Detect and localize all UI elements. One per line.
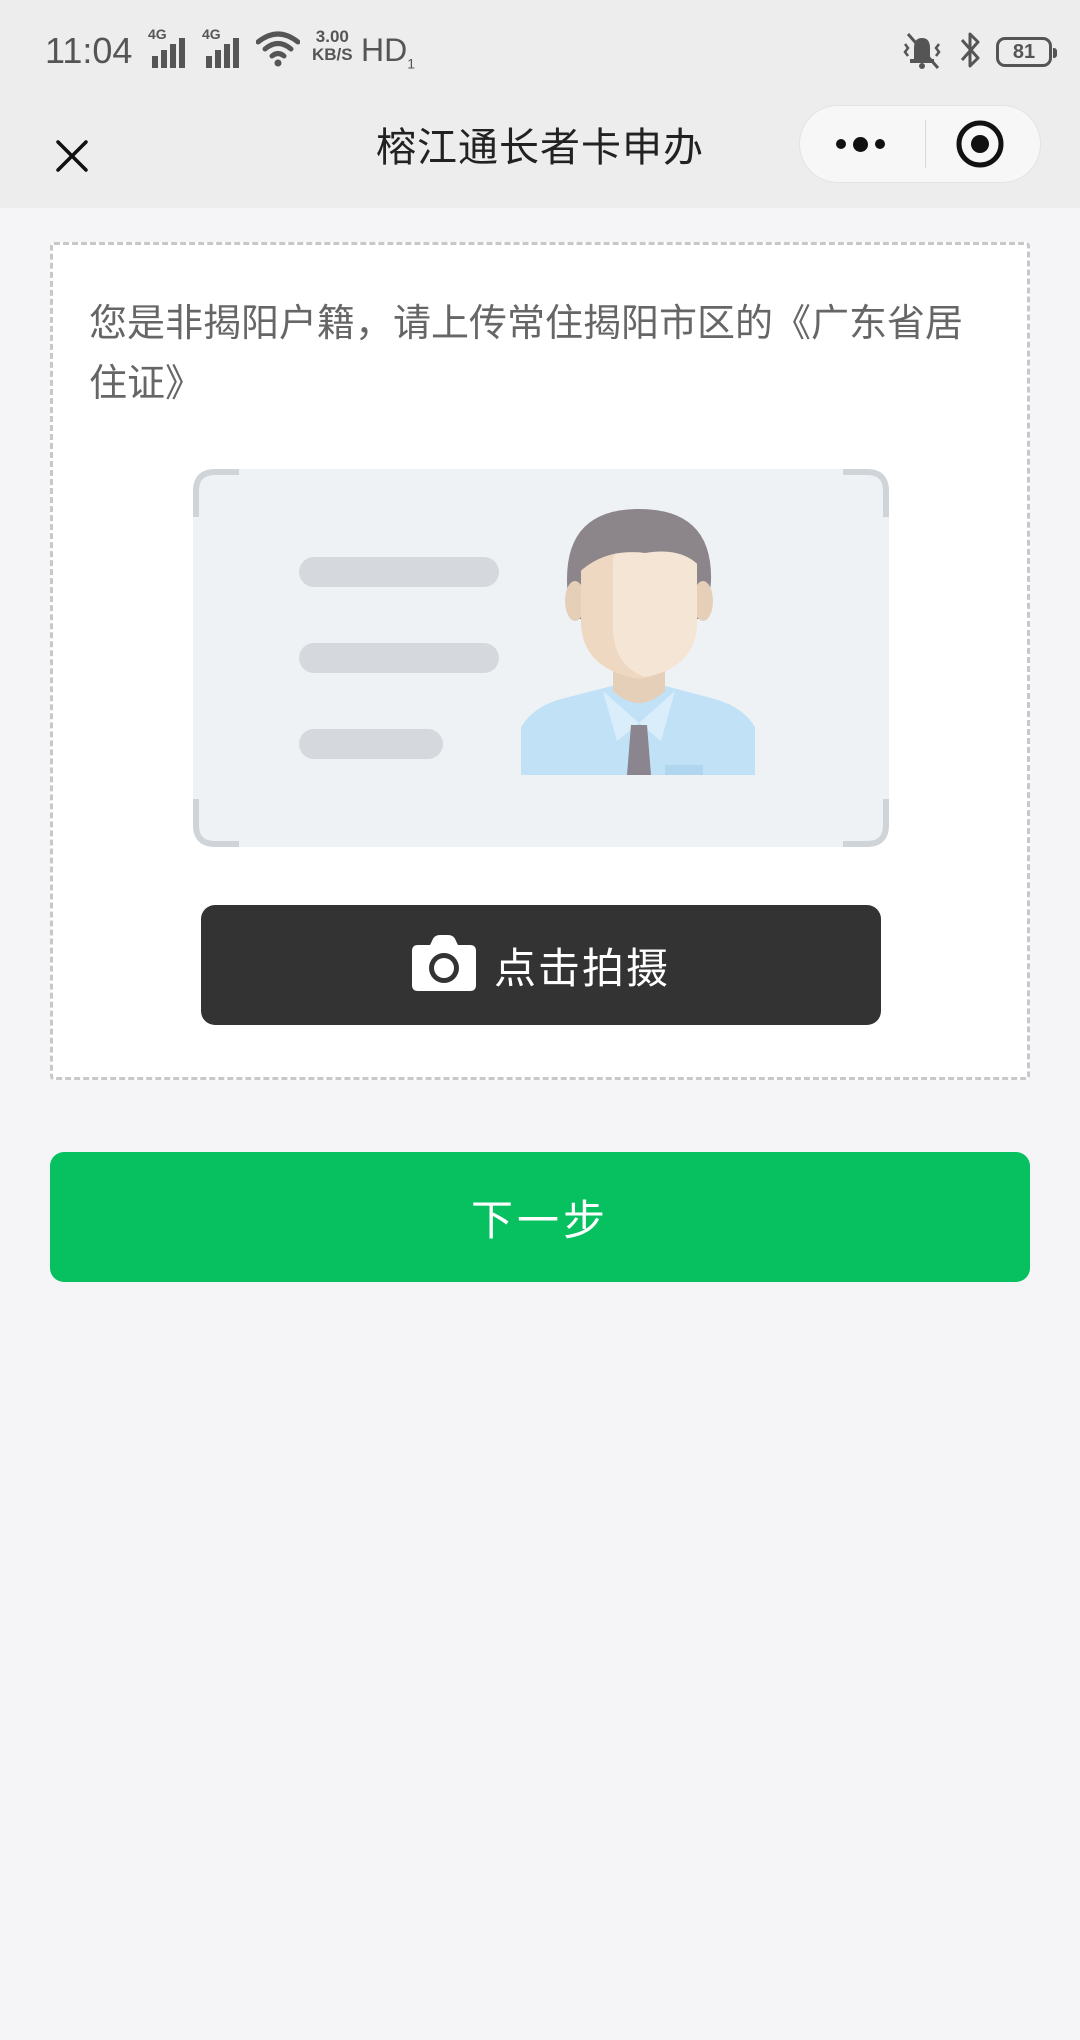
next-step-label: 下一步 bbox=[470, 1195, 609, 1245]
wifi-icon bbox=[255, 30, 301, 72]
take-photo-button[interactable]: 点击拍摄 bbox=[201, 905, 881, 1025]
mini-program-capsule bbox=[800, 106, 1040, 182]
status-bar: 11:04 4G 4G 3.00 KB/S HD1 81 bbox=[0, 0, 1080, 104]
cellular-signal-icon: 4G bbox=[202, 26, 246, 68]
target-icon[interactable] bbox=[920, 106, 1040, 182]
next-step-button[interactable]: 下一步 bbox=[50, 1152, 1030, 1282]
more-dots-icon[interactable] bbox=[800, 106, 920, 182]
mute-vibrate-icon bbox=[900, 30, 944, 74]
network-speed: 3.00 KB/S bbox=[312, 27, 353, 64]
status-right-icons: 81 bbox=[900, 30, 1057, 74]
take-photo-label: 点击拍摄 bbox=[493, 943, 670, 993]
navigation-bar: 榕江通长者卡申办 bbox=[0, 104, 1080, 208]
status-time: 11:04 bbox=[45, 30, 133, 71]
battery-icon: 81 bbox=[996, 37, 1057, 67]
bluetooth-icon bbox=[958, 30, 982, 74]
upload-instruction: 您是非揭阳户籍，请上传常住揭阳市区的《广东省居住证》 bbox=[89, 301, 964, 405]
upload-card: 您是非揭阳户籍，请上传常住揭阳市区的《广东省居住证》 点击拍摄 bbox=[50, 242, 1030, 1080]
camera-icon bbox=[411, 935, 476, 995]
signal-group: 4G 4G bbox=[148, 26, 246, 68]
id-card-illustration bbox=[193, 469, 889, 847]
cellular-signal-icon: 4G bbox=[148, 26, 192, 68]
hd-indicator: HD1 bbox=[361, 32, 416, 72]
